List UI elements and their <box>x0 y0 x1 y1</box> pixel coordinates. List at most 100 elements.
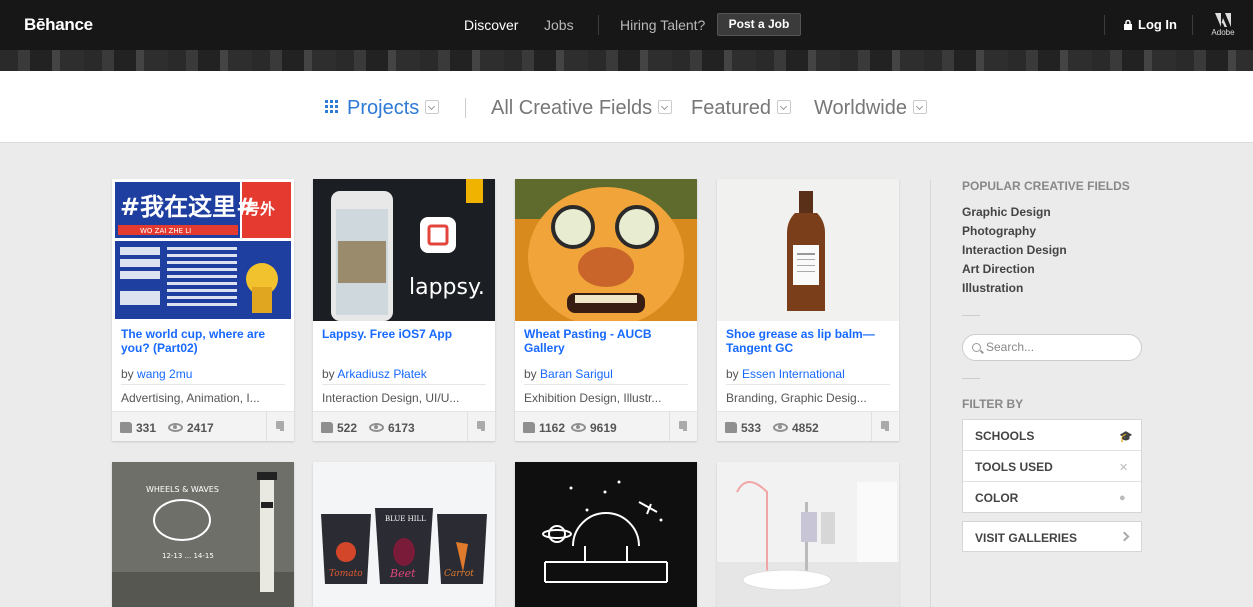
thumbs-up-icon <box>120 422 132 433</box>
search-icon <box>972 343 981 352</box>
sidebar-separator <box>962 378 980 379</box>
filter-projects[interactable]: Projects <box>325 97 440 120</box>
visit-galleries-button[interactable]: VISIT GALLERIES <box>962 521 1142 552</box>
project-thumbnail[interactable] <box>717 179 899 321</box>
project-fields: Exhibition Design, Illustr... <box>524 391 662 405</box>
svg-text:#我在这里#: #我在这里# <box>120 193 256 221</box>
project-owner: by Essen International <box>726 367 845 381</box>
owner-link[interactable]: Arkadiusz Płatek <box>337 367 426 381</box>
field-link-illustration[interactable]: Illustration <box>962 281 1023 295</box>
graduation-cap-icon: 🎓 <box>1119 431 1133 443</box>
appreciations: 533 <box>725 421 761 435</box>
filter-by-list: SCHOOLS 🎓 TOOLS USED ✕ COLOR ● <box>962 419 1142 513</box>
sidebar-separator <box>962 315 980 316</box>
project-card[interactable]: Wheat Pasting - AUCB Gallery by Baran Sa… <box>515 179 697 441</box>
project-title[interactable]: Shoe grease as lip balm—Tangent GC <box>726 327 890 355</box>
eye-icon <box>773 423 788 432</box>
project-thumbnail[interactable] <box>717 462 899 607</box>
pin-icon[interactable] <box>669 412 697 441</box>
project-stats: 1162 9619 <box>515 411 697 441</box>
likes-count: 331 <box>136 421 157 435</box>
views-count: 4852 <box>792 421 819 435</box>
svg-text:Carrot: Carrot <box>444 569 474 579</box>
owner-link[interactable]: wang 2mu <box>137 367 192 381</box>
project-card[interactable]: WHEELS & WAVES 12-13 ... 14-15 <box>112 462 294 607</box>
pin-icon[interactable] <box>266 412 294 441</box>
eye-icon <box>168 423 183 432</box>
project-fields: Branding, Graphic Desig... <box>726 391 867 405</box>
project-thumbnail[interactable]: WHEELS & WAVES 12-13 ... 14-15 <box>112 462 294 607</box>
pin-icon[interactable] <box>467 412 495 441</box>
project-card[interactable] <box>717 462 899 607</box>
project-stats: 331 2417 <box>112 411 294 441</box>
views: 2417 <box>168 421 214 435</box>
nav-hiring-talent[interactable]: Hiring Talent? <box>620 17 705 33</box>
field-link-photography[interactable]: Photography <box>962 224 1036 238</box>
filter-tools-used[interactable]: TOOLS USED ✕ <box>963 451 1141 482</box>
project-thumbnail[interactable]: BLUE HILL Tomato Beet Carrot <box>313 462 495 607</box>
project-owner: by Baran Sarigul <box>524 367 613 381</box>
project-title[interactable]: Wheat Pasting - AUCB Gallery <box>524 327 688 355</box>
eye-icon <box>571 423 586 432</box>
thumbs-up-icon <box>321 422 333 433</box>
svg-text:号外: 号外 <box>245 200 275 218</box>
nav-discover[interactable]: Discover <box>464 17 518 33</box>
adobe-label: Adobe <box>1211 28 1235 37</box>
project-stats: 522 6173 <box>313 411 495 441</box>
search-box[interactable] <box>962 334 1142 361</box>
filter-color-label: COLOR <box>975 491 1019 505</box>
views: 4852 <box>773 421 819 435</box>
behance-logo[interactable]: Bēhance <box>24 15 93 35</box>
drop-icon: ● <box>1119 492 1126 504</box>
chevron-down-icon <box>425 100 440 114</box>
field-link-graphic-design[interactable]: Graphic Design <box>962 205 1051 219</box>
svg-text:Tomato: Tomato <box>329 569 363 579</box>
search-input[interactable] <box>986 340 1136 354</box>
project-title[interactable]: Lappsy. Free iOS7 App <box>322 327 486 341</box>
post-job-button[interactable]: Post a Job <box>717 13 801 36</box>
project-card[interactable]: BLUE HILL Tomato Beet Carrot <box>313 462 495 607</box>
views-count: 2417 <box>187 421 214 435</box>
login-link[interactable]: Log In <box>1123 17 1177 32</box>
banner-strip <box>0 50 1253 71</box>
views-count: 9619 <box>590 421 617 435</box>
field-link-interaction-design[interactable]: Interaction Design <box>962 243 1067 257</box>
project-card[interactable] <box>515 462 697 607</box>
card-divider <box>121 384 285 385</box>
nav-jobs[interactable]: Jobs <box>544 17 574 33</box>
project-thumbnail[interactable] <box>515 462 697 607</box>
svg-text:BLUE HILL: BLUE HILL <box>385 515 426 523</box>
project-fields: Advertising, Animation, I... <box>121 391 260 405</box>
nav-divider <box>1104 15 1105 35</box>
project-thumbnail[interactable]: #我在这里# 号外 WO ZAI ZHE LI <box>112 179 294 321</box>
owner-prefix: by <box>121 367 134 381</box>
field-link-art-direction[interactable]: Art Direction <box>962 262 1035 276</box>
appreciations: 522 <box>321 421 357 435</box>
filter-schools[interactable]: SCHOOLS 🎓 <box>963 420 1141 451</box>
filter-color[interactable]: COLOR ● <box>963 482 1141 513</box>
card-divider <box>524 384 688 385</box>
popular-fields-heading: POPULAR CREATIVE FIELDS <box>962 179 1130 193</box>
owner-prefix: by <box>524 367 537 381</box>
adobe-logo[interactable]: Adobe <box>1210 13 1236 37</box>
chevron-right-icon <box>1119 531 1130 542</box>
svg-text:WHEELS & WAVES: WHEELS & WAVES <box>146 485 219 494</box>
owner-link[interactable]: Baran Sarigul <box>540 367 613 381</box>
login-label: Log In <box>1138 17 1177 32</box>
filter-featured-label: Featured <box>691 97 772 119</box>
appreciations: 1162 <box>523 421 565 435</box>
filter-creative-fields[interactable]: All Creative Fields <box>491 97 673 120</box>
project-thumbnail[interactable] <box>515 179 697 321</box>
views: 6173 <box>369 421 415 435</box>
eye-icon <box>369 423 384 432</box>
nav-divider <box>598 15 599 35</box>
filter-worldwide[interactable]: Worldwide <box>814 97 927 120</box>
project-card[interactable]: Shoe grease as lip balm—Tangent GC by Es… <box>717 179 899 441</box>
pin-icon[interactable] <box>871 412 899 441</box>
project-thumbnail[interactable]: lappsy. <box>313 179 495 321</box>
project-card[interactable]: #我在这里# 号外 WO ZAI ZHE LI The world cup, w… <box>112 179 294 441</box>
project-title[interactable]: The world cup, where are you? (Part02) <box>121 327 285 355</box>
project-card[interactable]: lappsy. Lappsy. Free iOS7 App by Arkadiu… <box>313 179 495 441</box>
owner-link[interactable]: Essen International <box>742 367 845 381</box>
filter-featured[interactable]: Featured <box>691 97 792 120</box>
